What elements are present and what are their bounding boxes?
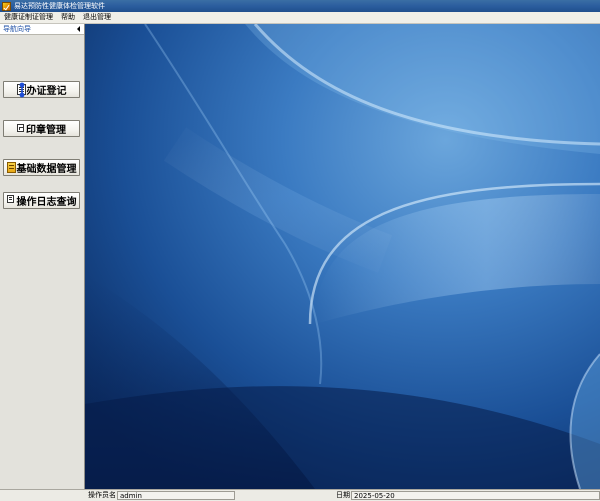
collapse-left-icon[interactable] <box>77 26 80 32</box>
register-button[interactable]: 办证登记 <box>3 81 80 98</box>
desktop-wallpaper <box>85 24 600 489</box>
app-window: 易达预防性健康体检管理软件 健康证制证管理 帮助 退出管理 导航向导 办证登记 … <box>0 0 600 501</box>
database-icon <box>6 162 16 173</box>
title-bar: 易达预防性健康体检管理软件 <box>0 0 600 12</box>
operation-log-button[interactable]: 操作日志查询 <box>3 192 80 209</box>
stamp-management-button[interactable]: 印章管理 <box>3 120 80 137</box>
stamp-icon <box>17 124 25 133</box>
menu-exit[interactable]: 退出管理 <box>79 12 115 23</box>
date-label: 日期 <box>336 491 350 499</box>
operator-value: admin <box>117 491 235 500</box>
basic-data-button[interactable]: 基础数据管理 <box>3 159 80 176</box>
register-button-label: 办证登记 <box>26 86 67 97</box>
menu-help[interactable]: 帮助 <box>57 12 79 23</box>
date-value: 2025-05-20 <box>351 491 600 500</box>
basic-data-label: 基础数据管理 <box>16 164 77 175</box>
main-workspace <box>85 24 600 489</box>
stamp-management-label: 印章管理 <box>26 125 66 136</box>
nav-title: 导航向导 <box>3 25 31 33</box>
operation-log-label: 操作日志查询 <box>16 197 77 208</box>
text-cursor-icon <box>19 82 25 98</box>
window-title: 易达预防性健康体检管理软件 <box>14 2 105 10</box>
nav-header: 导航向导 <box>0 24 84 35</box>
navigation-panel: 导航向导 办证登记 印章管理 基础数据管理 操作日志查询 <box>0 24 85 489</box>
log-icon <box>6 195 16 206</box>
status-bar: 操作员名 admin 日期 2025-05-20 <box>0 489 600 501</box>
operator-label: 操作员名 <box>88 491 116 499</box>
app-check-icon <box>2 1 11 11</box>
menu-bar: 健康证制证管理 帮助 退出管理 <box>0 12 600 24</box>
menu-health-cert[interactable]: 健康证制证管理 <box>0 12 57 23</box>
